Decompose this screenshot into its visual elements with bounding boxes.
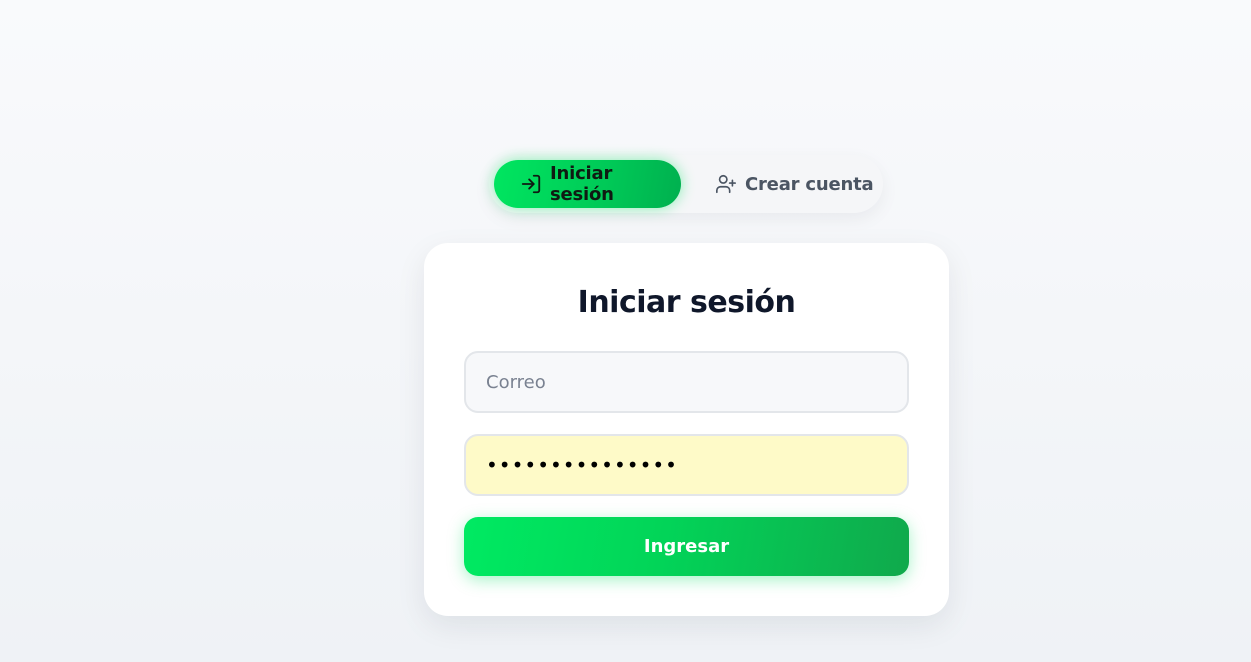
user-plus-icon (715, 173, 737, 195)
tab-register[interactable]: Crear cuenta (699, 160, 877, 208)
email-field[interactable] (464, 351, 909, 413)
auth-mode-toggle: Iniciar sesión Crear cuenta (489, 155, 883, 213)
page-title: Iniciar sesión (577, 285, 796, 320)
login-card: Iniciar sesión Ingresar (424, 243, 949, 616)
tab-login[interactable]: Iniciar sesión (494, 160, 681, 208)
log-in-icon (520, 173, 542, 195)
password-field[interactable] (464, 434, 909, 496)
tab-register-label: Crear cuenta (745, 173, 874, 195)
submit-button[interactable]: Ingresar (464, 517, 909, 576)
tab-login-label: Iniciar sesión (550, 163, 614, 205)
